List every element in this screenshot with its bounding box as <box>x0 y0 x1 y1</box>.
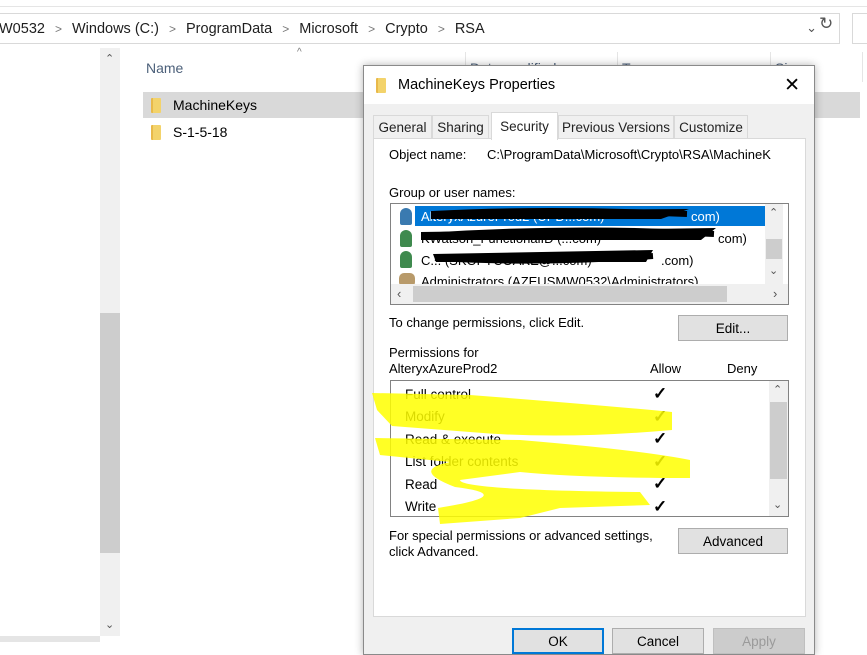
scroll-down-icon[interactable]: ⌄ <box>105 618 114 631</box>
allow-check-icon: ✓ <box>653 429 668 449</box>
permission-row: Read & execute ✓ <box>391 428 769 451</box>
tab-previous-versions[interactable]: Previous Versions <box>558 115 674 139</box>
folder-icon <box>151 124 161 140</box>
dialog-titlebar[interactable]: MachineKeys Properties ✕ <box>364 66 814 104</box>
allow-check-icon: ✓ <box>653 384 668 404</box>
object-name-value: C:\ProgramData\Microsoft\Crypto\RSA\Mach… <box>487 147 771 162</box>
tab-security[interactable]: Security <box>491 112 558 140</box>
permissions-for-label: Permissions for <box>389 345 479 360</box>
scroll-down-icon[interactable]: ⌄ <box>769 264 778 277</box>
permissions-vscroll[interactable]: ⌃ ⌄ <box>769 381 788 516</box>
chevron-right-icon: > <box>168 21 176 36</box>
file-name: MachineKeys <box>173 97 258 113</box>
permission-name: Read <box>405 476 438 492</box>
navpane-scrollbar[interactable]: ⌃ ⌄ <box>100 48 120 636</box>
tab-general[interactable]: General <box>373 115 432 139</box>
dialog-title: MachineKeys Properties <box>398 77 556 93</box>
change-permissions-text: To change permissions, click Edit. <box>389 315 585 330</box>
breadcrumb-item[interactable]: Windows (C:) <box>72 21 159 37</box>
scrollbar-thumb[interactable] <box>413 286 727 302</box>
permission-row: Modify ✓ <box>391 406 769 429</box>
user-list-vscroll[interactable]: ⌃ ⌄ <box>765 204 783 284</box>
properties-dialog: MachineKeys Properties ✕ General Sharing… <box>363 65 815 655</box>
close-icon[interactable]: ✕ <box>784 74 800 97</box>
cancel-button[interactable]: Cancel <box>612 628 704 654</box>
allow-check-icon: ✓ <box>653 474 668 494</box>
permission-row: Write ✓ <box>391 496 769 517</box>
scrollbar-thumb[interactable] <box>766 239 782 259</box>
user-list[interactable]: AlteryxAzureProd2 (UPD...com) com) KWats… <box>390 203 789 305</box>
advanced-button[interactable]: Advanced <box>678 528 788 554</box>
scroll-down-icon[interactable]: ⌄ <box>773 498 782 511</box>
deny-header: Deny <box>727 361 758 376</box>
permission-row: Full control ✓ <box>391 383 769 406</box>
scroll-right-icon[interactable]: › <box>773 286 777 301</box>
permissions-list: Full control ✓ Modify ✓ Read & execute ✓ List … <box>390 380 789 517</box>
permission-row: List folder contents ✓ <box>391 451 769 474</box>
column-divider <box>862 52 863 82</box>
search-input[interactable] <box>852 13 867 44</box>
apply-button[interactable]: Apply <box>713 628 805 654</box>
permission-name: Modify <box>405 409 445 425</box>
permission-name: Write <box>405 499 437 515</box>
scroll-up-icon[interactable]: ⌃ <box>105 52 114 65</box>
allow-check-icon: ✓ <box>653 406 668 426</box>
folder-icon <box>151 97 161 113</box>
chevron-right-icon: > <box>437 21 445 36</box>
folder-icon <box>376 77 386 93</box>
scroll-left-icon[interactable]: ‹ <box>397 286 401 301</box>
redaction-scribble <box>421 208 716 264</box>
scroll-up-icon[interactable]: ⌃ <box>769 206 778 219</box>
sort-ascending-icon: ^ <box>297 47 302 58</box>
chevron-right-icon: > <box>54 21 62 36</box>
ribbon-divider <box>0 6 867 7</box>
user-list-hscroll[interactable]: ‹ › <box>391 284 788 304</box>
object-name-label: Object name: <box>389 147 467 162</box>
tab-customize[interactable]: Customize <box>674 115 748 139</box>
chevron-right-icon: > <box>368 21 376 36</box>
breadcrumb-item[interactable]: W0532 <box>0 21 45 37</box>
permission-name: Full control <box>405 386 472 402</box>
edit-button[interactable]: Edit... <box>678 315 788 341</box>
chevron-right-icon: > <box>282 21 290 36</box>
ok-button[interactable]: OK <box>512 628 604 654</box>
scrollbar-thumb[interactable] <box>770 402 787 479</box>
group-label: Group or user names: <box>389 185 516 200</box>
breadcrumb-item[interactable]: Crypto <box>385 21 428 37</box>
tab-sharing[interactable]: Sharing <box>432 115 489 139</box>
address-bar[interactable]: W0532 > Windows (C:) > ProgramData > Micros… <box>0 13 840 44</box>
file-name: S-1-5-18 <box>173 124 228 140</box>
permission-row: Read ✓ <box>391 473 769 496</box>
advanced-text: For special permissions or advanced sett… <box>389 528 653 559</box>
column-header-name[interactable]: Name <box>146 60 183 76</box>
breadcrumb-item[interactable]: RSA <box>455 21 485 37</box>
scrollbar-thumb[interactable] <box>100 313 120 553</box>
scroll-up-icon[interactable]: ⌃ <box>773 383 782 396</box>
allow-header: Allow <box>650 361 682 376</box>
allow-check-icon: ✓ <box>653 496 668 516</box>
refresh-icon[interactable]: ↻ <box>819 14 833 34</box>
status-bar <box>0 636 100 642</box>
chevron-down-icon[interactable]: ⌄ <box>806 20 817 36</box>
permissions-user: AlteryxAzureProd2 <box>389 361 498 376</box>
allow-check-icon: ✓ <box>653 451 668 471</box>
permission-name: Read & execute <box>405 431 502 447</box>
breadcrumb-item[interactable]: ProgramData <box>186 21 272 37</box>
permission-name: List folder contents <box>405 454 519 470</box>
breadcrumb-item[interactable]: Microsoft <box>299 21 358 37</box>
security-panel: Object name: C:\ProgramData\Microsoft\Cr… <box>373 138 806 617</box>
